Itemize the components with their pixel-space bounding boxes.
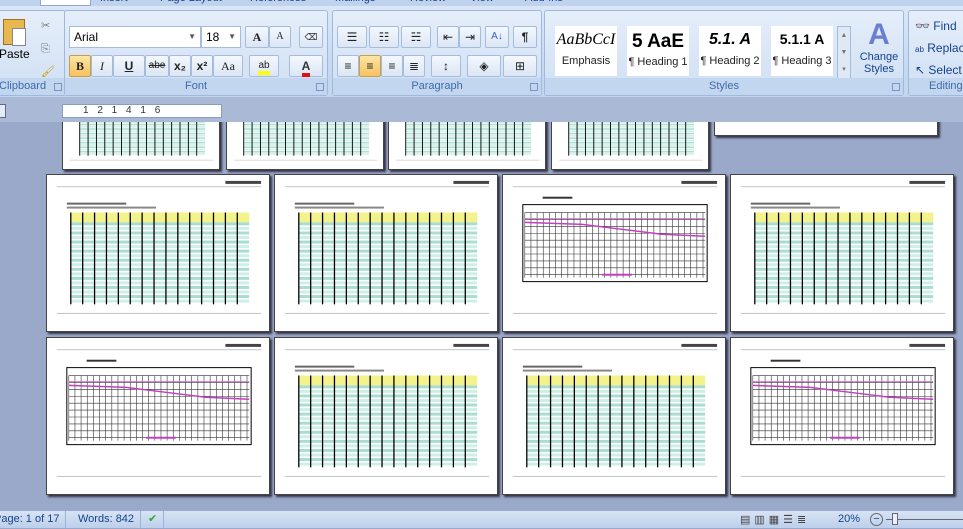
strikethrough-button[interactable]: abe [145, 55, 169, 77]
align-left-button[interactable]: ≡ [337, 55, 359, 77]
select-button[interactable]: ↖ Select [915, 63, 962, 77]
clear-formatting-button[interactable]: ⌫ [299, 26, 323, 48]
page-thumbnail[interactable] [46, 174, 270, 332]
zoom-slider-thumb[interactable] [892, 513, 898, 525]
chevron-down-icon: ▼ [188, 32, 196, 41]
borders-button[interactable]: ⊞ [503, 55, 537, 77]
underline-button[interactable]: U [113, 55, 145, 77]
view-buttons[interactable]: ▤▥▦☰≣ [740, 512, 810, 529]
find-button[interactable]: 👓 Find [915, 19, 957, 33]
tab-view[interactable]: View [470, 0, 494, 4]
page-thumbnail[interactable] [502, 337, 726, 495]
page-thumbnail[interactable] [730, 337, 954, 495]
multilevel-list-button[interactable]: ☵ [401, 26, 431, 48]
paragraph-label: Paragraph [333, 78, 541, 95]
page-count[interactable]: Page: 1 of 17 [0, 511, 67, 528]
shrink-font-button[interactable]: A [269, 26, 291, 48]
page-thumbnail[interactable] [226, 122, 384, 170]
italic-button[interactable]: I [91, 55, 113, 77]
tab-insert[interactable]: Insert [100, 0, 128, 4]
word-count[interactable]: Words: 842 [72, 511, 142, 528]
paragraph-group: ☰ ☷ ☵ ⇤ ⇥ A↓ ¶ ≡ ≡ ≡ ≣ ↕ ◈ ⊞ Paragraph [332, 10, 542, 96]
font-size-combo[interactable]: 18 ▼ [201, 26, 241, 48]
status-bar: Page: 1 of 17 Words: 842 ✔ ▤▥▦☰≣ 20% − [0, 510, 963, 528]
editing-group: 👓 Find ab Replace ↖ Select Editing [908, 10, 963, 96]
style-heading-1[interactable]: 5 AaE ¶ Heading 1 [627, 26, 689, 76]
dialog-launcher-icon[interactable] [892, 83, 900, 91]
styles-group: AaBbCcI Emphasis 5 AaE ¶ Heading 1 5.1. A ¶… [544, 10, 904, 96]
clipboard-group: Paste ✂ ⎘ 🖌 Clipboard [0, 10, 66, 96]
clipboard-icon [3, 19, 26, 46]
highlight-button[interactable]: ab [249, 55, 279, 77]
ruler-toggle[interactable] [0, 104, 6, 118]
superscript-button[interactable]: x² [191, 55, 213, 77]
style-emphasis[interactable]: AaBbCcI Emphasis [555, 26, 617, 76]
paste-button[interactable]: Paste [0, 19, 30, 61]
document-area[interactable] [0, 122, 963, 500]
page-thumbnail[interactable] [714, 122, 938, 136]
page-thumbnail[interactable] [62, 122, 220, 170]
zoom-level[interactable]: 20% [838, 511, 860, 528]
show-marks-button[interactable]: ¶ [513, 26, 537, 48]
page-thumbnail[interactable] [551, 122, 709, 170]
replace-icon: ab [915, 45, 924, 54]
styles-scrollbar[interactable]: ▲ ▼ ▾ [837, 26, 851, 80]
page-thumbnail[interactable] [730, 174, 954, 332]
justify-button[interactable]: ≣ [403, 55, 425, 77]
styles-label: Styles [545, 78, 903, 95]
line-spacing-button[interactable]: ↕ [431, 55, 461, 77]
shading-button[interactable]: ◈ [467, 55, 501, 77]
page-thumbnail[interactable] [46, 337, 270, 495]
font-color-button[interactable]: A [289, 55, 323, 77]
numbering-button[interactable]: ☷ [369, 26, 399, 48]
chevron-down-icon: ▼ [228, 32, 236, 41]
replace-button[interactable]: ab Replace [915, 41, 963, 55]
page-thumbnail[interactable] [502, 174, 726, 332]
decrease-indent-button[interactable]: ⇤ [437, 26, 459, 48]
align-center-button[interactable]: ≡ [359, 55, 381, 77]
editing-label: Editing [909, 78, 963, 95]
page-thumbnail[interactable] [388, 122, 546, 170]
page-thumbnail[interactable] [274, 174, 498, 332]
bullets-button[interactable]: ☰ [337, 26, 367, 48]
style-heading-2[interactable]: 5.1. A ¶ Heading 2 [699, 26, 761, 76]
bold-button[interactable]: B [69, 55, 91, 77]
sort-button[interactable]: A↓ [485, 26, 509, 48]
change-case-button[interactable]: Aa [213, 55, 243, 77]
subscript-button[interactable]: x₂ [169, 55, 191, 77]
font-label: Font [65, 78, 327, 95]
tab-review[interactable]: Review [410, 0, 446, 4]
dialog-launcher-icon[interactable] [54, 83, 62, 91]
proofing-icon[interactable]: ✔ [142, 511, 165, 528]
ribbon: Paste ✂ ⎘ 🖌 Clipboard Arial ▼ 18 ▼ A A ⌫ B… [0, 6, 963, 97]
tab-page-layout[interactable]: Page Layout [160, 0, 222, 4]
cursor-icon: ↖ [915, 63, 926, 77]
tab-mailings[interactable]: Mailings [335, 0, 375, 4]
increase-indent-button[interactable]: ⇥ [459, 26, 481, 48]
change-styles-button[interactable]: A Change Styles [857, 18, 901, 76]
font-group: Arial ▼ 18 ▼ A A ⌫ B I U abe x₂ x² Aa ab A… [64, 10, 328, 96]
page-thumbnail[interactable] [274, 337, 498, 495]
change-styles-icon: A [868, 18, 890, 51]
style-heading-3[interactable]: 5.1.1 A ¶ Heading 3 [771, 26, 833, 76]
align-right-button[interactable]: ≡ [381, 55, 403, 77]
format-painter-icon[interactable]: 🖌 [41, 65, 55, 78]
highlighter-icon: ab [258, 60, 270, 75]
grow-font-button[interactable]: A [245, 26, 269, 48]
tab-references[interactable]: References [250, 0, 306, 4]
dialog-launcher-icon[interactable] [316, 83, 324, 91]
dialog-launcher-icon[interactable] [530, 83, 538, 91]
copy-icon[interactable]: ⎘ [41, 43, 50, 56]
binoculars-icon: 👓 [915, 19, 930, 33]
font-name-combo[interactable]: Arial ▼ [69, 26, 201, 48]
tab-add-ins[interactable]: Add-Ins [525, 0, 563, 4]
zoom-out-button[interactable]: − [870, 513, 883, 526]
font-color-icon: A [301, 59, 311, 77]
cut-icon[interactable]: ✂ [41, 19, 50, 32]
horizontal-ruler[interactable]: 1 2 1 4 1 6 [62, 104, 222, 118]
